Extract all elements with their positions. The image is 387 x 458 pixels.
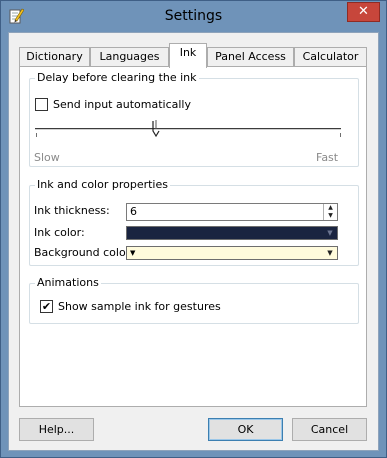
slider-track (35, 128, 341, 130)
ink-thickness-spinbox[interactable]: 6 ▲ ▼ (126, 203, 338, 221)
title-bar[interactable]: Settings ✕ (1, 1, 386, 31)
close-button[interactable]: ✕ (347, 2, 380, 22)
show-sample-label: Show sample ink for gestures (58, 300, 221, 313)
slider-tick-end (340, 133, 341, 137)
cancel-button[interactable]: Cancel (292, 418, 367, 441)
checkmark-icon: ✔ (41, 300, 52, 313)
delay-slider[interactable] (35, 119, 345, 141)
ink-color-label: Ink color: (34, 226, 85, 239)
chevron-down-icon: ▼ (130, 249, 136, 257)
send-input-checkbox[interactable] (35, 98, 48, 111)
ink-color-groupbox: Ink and color properties Ink thickness: … (29, 178, 359, 266)
animations-group-legend: Animations (35, 276, 101, 289)
slider-min-label: Slow (34, 151, 60, 164)
ink-thickness-label: Ink thickness: (34, 204, 110, 217)
send-input-label: Send input automatically (53, 98, 191, 111)
down-arrow-icon[interactable]: ▼ (324, 212, 337, 220)
background-color-label: Background color: (34, 246, 134, 259)
slider-tick-start (36, 133, 37, 137)
ink-color-combo[interactable]: ▼ (126, 226, 338, 240)
ink-thickness-value: 6 (130, 205, 137, 218)
animations-groupbox: Animations ✔ Show sample ink for gesture… (29, 276, 359, 324)
up-arrow-icon[interactable]: ▲ (324, 204, 337, 212)
delay-groupbox: Delay before clearing the ink Send input… (29, 71, 359, 167)
tab-dictionary[interactable]: Dictionary (19, 47, 90, 67)
chevron-down-icon: ▼ (327, 229, 333, 237)
tab-strip: Dictionary Languages Ink Panel Access Ca… (19, 43, 379, 68)
chevron-down-icon: ▼ (327, 249, 333, 257)
help-button[interactable]: Help... (19, 418, 94, 441)
show-sample-checkbox[interactable]: ✔ (40, 300, 53, 313)
ink-tab-panel: Delay before clearing the ink Send input… (19, 66, 367, 407)
window-title: Settings (164, 8, 223, 24)
ink-color-group-legend: Ink and color properties (35, 178, 170, 191)
background-color-combo[interactable]: ▼ ▼ (126, 246, 338, 260)
close-icon: ✕ (358, 4, 369, 19)
slider-max-label: Fast (316, 151, 339, 164)
tab-calculator[interactable]: Calculator (294, 47, 367, 67)
spin-buttons: ▲ ▼ (323, 204, 337, 220)
slider-thumb-icon[interactable] (151, 119, 161, 137)
ok-button[interactable]: OK (208, 418, 283, 441)
settings-window: Settings ✕ Dictionary Languages Ink Pane… (0, 0, 387, 458)
tab-languages[interactable]: Languages (90, 47, 169, 67)
tab-ink[interactable]: Ink (169, 43, 207, 68)
delay-group-legend: Delay before clearing the ink (35, 71, 199, 84)
tab-panel-access[interactable]: Panel Access (207, 47, 294, 67)
dialog-body: Dictionary Languages Ink Panel Access Ca… (8, 32, 379, 451)
